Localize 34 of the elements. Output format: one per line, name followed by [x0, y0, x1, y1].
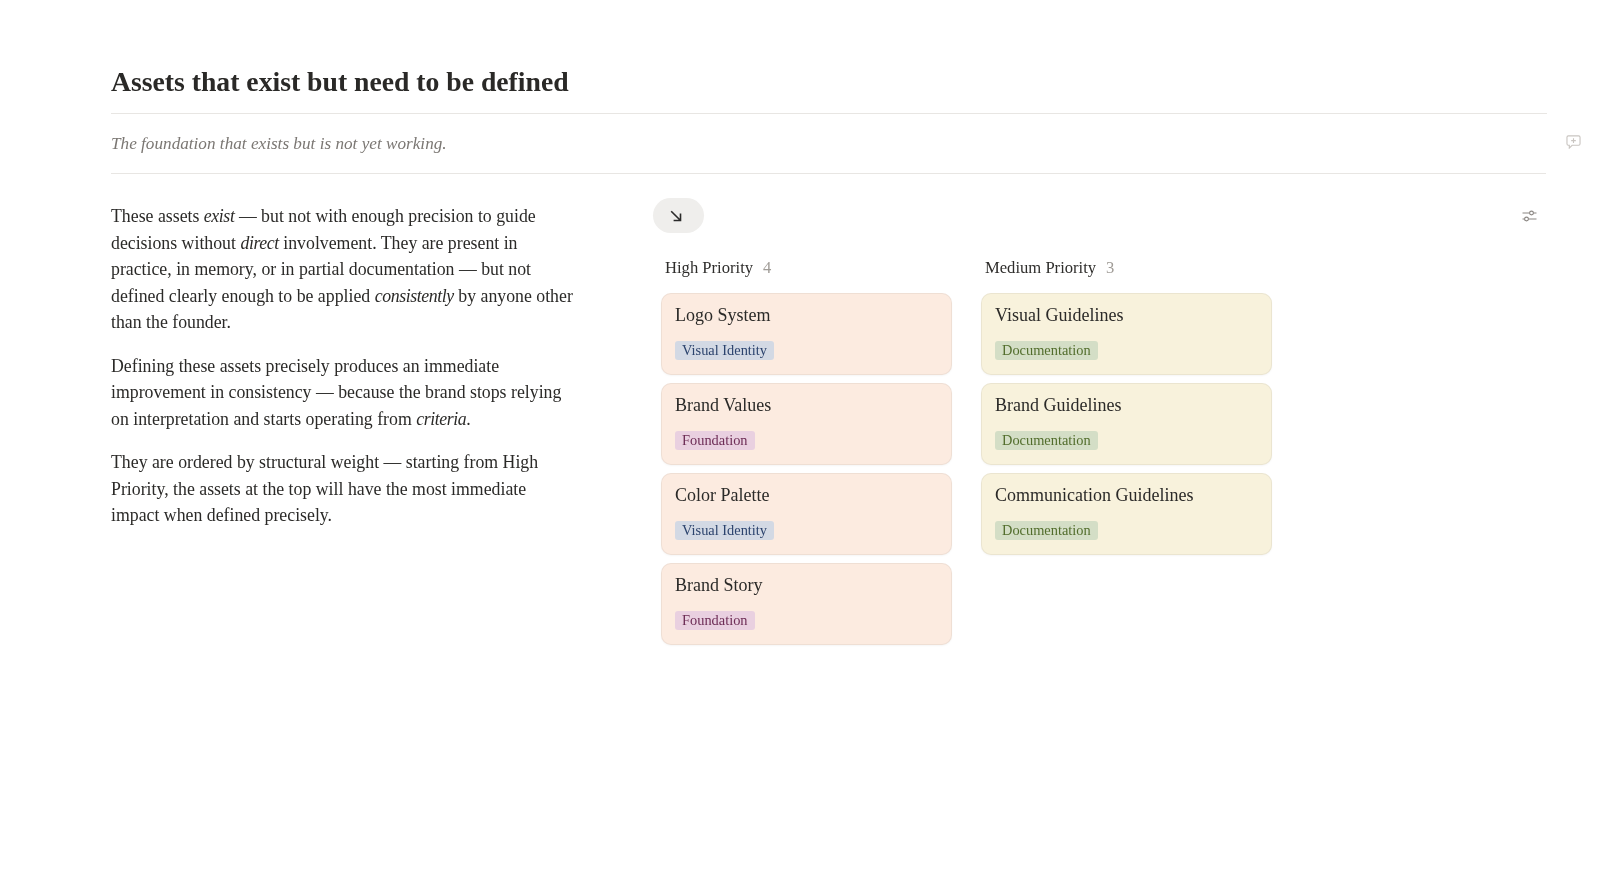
asset-card[interactable]: Brand Values Foundation	[661, 383, 952, 465]
category-tag: Visual Identity	[675, 521, 775, 540]
category-tag: Foundation	[675, 431, 755, 450]
category-tag: Documentation	[995, 341, 1098, 360]
arrow-button[interactable]	[653, 198, 704, 233]
intro-paragraph: They are ordered by structural weight — starting from High Priority, the assets at the top will have the most immediate impact when defined precisely.	[111, 451, 540, 527]
column-count: 4	[763, 257, 772, 279]
category-tag: Visual Identity	[675, 341, 775, 360]
card-title: Communication Guidelines	[995, 484, 1195, 506]
intro-paragraph: Defining these assets precisely produces an immediate improvement in consistency — because the brand stops relying on interpretation and starts operating from criteria.	[111, 354, 563, 431]
card-title: Logo System	[675, 304, 772, 326]
category-tag: Documentation	[995, 431, 1098, 450]
column-title: Medium Priority	[985, 257, 1097, 279]
column-count: 3	[1106, 257, 1115, 279]
page-title: Assets that exist but need to be defined	[111, 64, 1547, 114]
page-subtitle: The foundation that exists but is not yet working.	[111, 114, 1546, 174]
asset-card[interactable]: Communication Guidelines Documentation	[981, 473, 1272, 555]
asset-card[interactable]: Logo System Visual Identity	[661, 293, 952, 375]
column-title: High Priority	[665, 257, 754, 279]
speech-bubble-plus-icon[interactable]	[1566, 135, 1581, 149]
card-title: Brand Guidelines	[995, 394, 1123, 416]
sliders-icon[interactable]	[1522, 209, 1537, 222]
asset-card[interactable]: Color Palette Visual Identity	[661, 473, 952, 555]
category-tag: Documentation	[995, 521, 1098, 540]
asset-card[interactable]: Brand Guidelines Documentation	[981, 383, 1272, 465]
arrow-down-right-icon	[669, 209, 682, 222]
intro-paragraph: These assets exist — but not with enough precision to guide decisions without direct involvement. They are present in practice, in memory, or in partial documentation — but not defined clearly enough to be applied consistently by anyone other than the founder.	[111, 205, 574, 334]
card-title: Visual Guidelines	[995, 304, 1125, 326]
asset-card[interactable]: Visual Guidelines Documentation	[981, 293, 1272, 375]
asset-card[interactable]: Brand Story Foundation	[661, 563, 952, 645]
category-tag: Foundation	[675, 611, 755, 630]
card-title: Brand Story	[675, 574, 764, 596]
card-title: Brand Values	[675, 394, 773, 416]
card-title: Color Palette	[675, 484, 771, 506]
